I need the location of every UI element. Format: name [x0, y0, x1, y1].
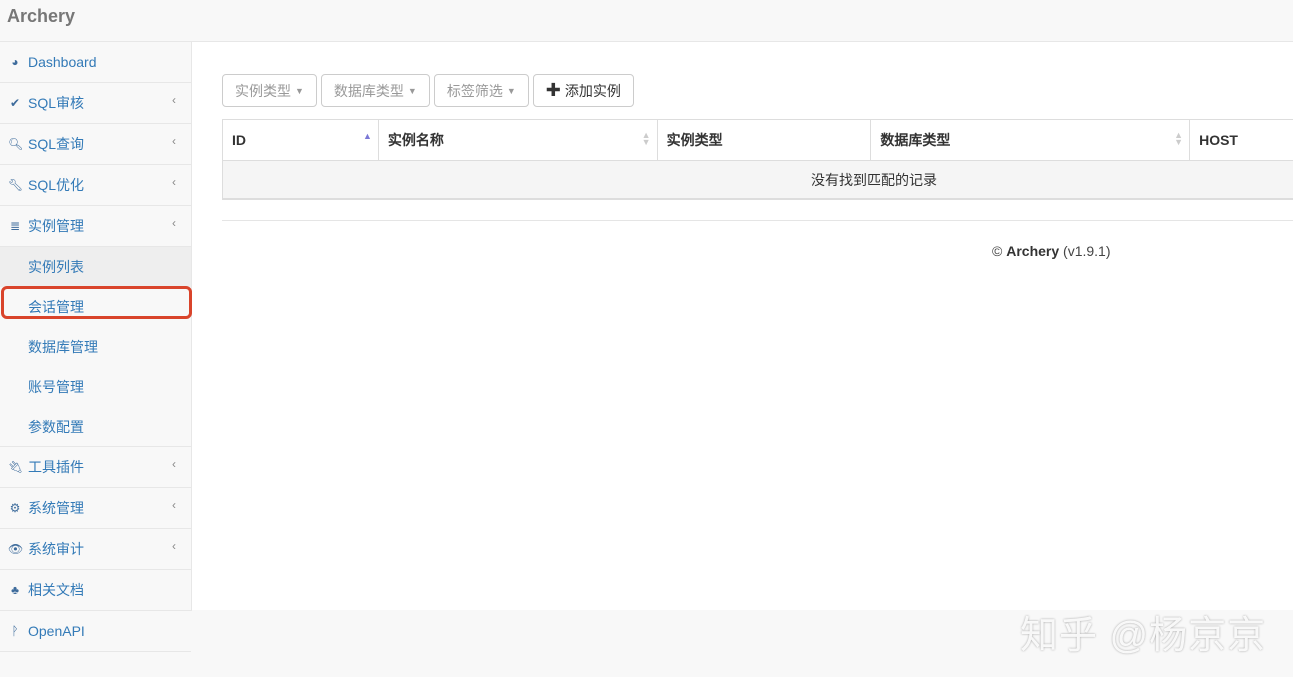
- chevron-left-icon: ‹: [172, 498, 176, 512]
- sidebar-item-label: SQL优化: [28, 177, 85, 193]
- sidebar-subitem[interactable]: 账号管理: [0, 367, 192, 407]
- sitemap-icon: ♣: [11, 583, 19, 597]
- sort-icon: ▲ ▼: [641, 130, 651, 147]
- sidebar-item-label: Dashboard: [28, 54, 97, 70]
- sidebar-item-label: 实例管理: [28, 218, 84, 234]
- code-fork-icon: ᚹ: [11, 624, 19, 638]
- caret-down-icon: ▼: [295, 85, 304, 96]
- plus-icon: ✚: [545, 80, 561, 100]
- add-instance-button[interactable]: ✚ 添加实例: [532, 74, 634, 107]
- sidebar-item-label: 系统管理: [28, 500, 84, 516]
- sidebar-subitem-label: 账号管理: [28, 379, 84, 395]
- caret-down-icon: ▼: [407, 85, 417, 96]
- sidebar-subitem[interactable]: 数据库管理: [0, 327, 192, 367]
- sidebar-subitem-label: 会话管理: [28, 299, 84, 315]
- main-content: 实例类型 ▼ 数据库类型 ▼ 标签筛选 ▼ ✚ 添加实例 ID ▲ 实例名称 ▲ ▼ 实例…: [192, 42, 1293, 610]
- top-navbar: Archery: [0, 0, 1293, 42]
- sidebar-item[interactable]: ✔ SQL审核 ‹: [0, 83, 192, 124]
- caret-down-icon: ▼: [506, 85, 516, 96]
- divider: [222, 220, 1293, 221]
- brand-logo[interactable]: Archery: [7, 6, 75, 27]
- sidebar-subitem-label: 实例列表: [28, 259, 84, 275]
- sidebar-item[interactable]: ◕ Dashboard: [0, 42, 192, 83]
- chevron-left-icon: ‹: [172, 216, 176, 230]
- chevron-left-icon: ‹: [172, 539, 176, 553]
- column-header-label: 实例类型: [666, 132, 723, 148]
- column-header-label: 数据库类型: [880, 132, 951, 148]
- footer: © Archery (v1.9.1): [992, 243, 1111, 259]
- chevron-left-icon: ‹: [172, 457, 176, 471]
- plug-icon: 🔌︎: [8, 460, 24, 474]
- sidebar-item[interactable]: ♣ 相关文档: [0, 570, 192, 611]
- watermark: 知乎 @杨京京: [1020, 615, 1267, 657]
- column-header[interactable]: HOST: [1190, 120, 1293, 160]
- tag-filter-dropdown[interactable]: 标签筛选 ▼: [433, 74, 529, 107]
- sidebar-item-label: OpenAPI: [28, 623, 85, 639]
- chevron-left-icon: ‹: [172, 134, 176, 148]
- sidebar-subitem[interactable]: 实例列表: [0, 247, 192, 319]
- sidebar-item-label: SQL查询: [28, 136, 85, 152]
- check-icon: ✔: [9, 96, 21, 110]
- footer-version: (v1.9.1): [1063, 243, 1111, 259]
- sidebar-item[interactable]: ⚙ 系统管理 ‹: [0, 488, 192, 529]
- dashboard-icon: ◕: [11, 55, 19, 69]
- sidebar-item[interactable]: ᚹ OpenAPI: [0, 611, 191, 652]
- sidebar-item[interactable]: 🔧︎ SQL优化 ‹: [0, 165, 192, 206]
- column-header-label: 实例名称: [387, 132, 444, 148]
- wrench-icon: 🔧︎: [8, 178, 24, 192]
- sidebar-subitem[interactable]: 会话管理: [0, 287, 192, 327]
- sidebar-item-label: 工具插件: [28, 459, 84, 475]
- copyright-symbol: ©: [992, 243, 1003, 259]
- chevron-left-icon: ‹: [172, 93, 176, 107]
- sort-asc-icon: ▲: [362, 131, 372, 141]
- db-type-filter-dropdown[interactable]: 数据库类型 ▼: [320, 74, 430, 107]
- footer-brand[interactable]: Archery: [1006, 243, 1059, 259]
- empty-row: 没有找到匹配的记录: [223, 161, 1293, 200]
- instance-table: ID ▲ 实例名称 ▲ ▼ 实例类型 数据库类型 ▲ ▼ HOST 没有找到匹配的记录: [222, 119, 1293, 200]
- table-header: ID ▲ 实例名称 ▲ ▼ 实例类型 数据库类型 ▲ ▼ HOST: [223, 120, 1293, 161]
- sort-icon: ▲ ▼: [1174, 130, 1184, 147]
- cogs-icon: ⚙: [9, 501, 21, 515]
- instance-type-filter-label: 实例类型: [235, 82, 291, 99]
- sidebar-subitem-label: 参数配置: [28, 418, 84, 435]
- sidebar-item-label: 相关文档: [28, 582, 84, 598]
- db-type-filter-label: 数据库类型: [333, 82, 404, 99]
- column-header-label: HOST: [1199, 132, 1238, 148]
- sidebar-subitem-label: 数据库管理: [28, 339, 98, 355]
- sidebar-item[interactable]: 🔍︎ SQL查询 ‹: [0, 124, 192, 165]
- column-header[interactable]: 实例类型: [658, 120, 872, 160]
- sidebar-subitem[interactable]: 参数配置: [0, 407, 192, 447]
- table-toolbar: 实例类型 ▼ 数据库类型 ▼ 标签筛选 ▼ ✚ 添加实例: [222, 74, 634, 107]
- tag-filter-label: 标签筛选: [446, 82, 503, 99]
- add-instance-label: 添加实例: [564, 82, 621, 99]
- search-icon: 🔍︎: [8, 137, 24, 151]
- column-header[interactable]: ID ▲: [223, 120, 379, 160]
- database-icon: ≣: [9, 219, 21, 233]
- sidebar-item[interactable]: ≣ 实例管理 ‹: [0, 206, 192, 247]
- empty-message: 没有找到匹配的记录: [811, 171, 937, 188]
- column-header[interactable]: 实例名称 ▲ ▼: [379, 120, 658, 160]
- column-header[interactable]: 数据库类型 ▲ ▼: [871, 120, 1191, 160]
- chevron-left-icon: ‹: [172, 175, 176, 189]
- sidebar-item-label: 系统审计: [28, 541, 84, 557]
- column-header-label: ID: [232, 132, 246, 148]
- sidebar: ◕ Dashboard ✔ SQL审核 ‹ 🔍︎ SQL查询 ‹ 🔧︎ SQL优化 ‹ ≣ 实…: [0, 42, 192, 652]
- sidebar-item[interactable]: 👁︎ 系统审计 ‹: [0, 529, 192, 570]
- eye-icon: 👁︎: [8, 542, 24, 556]
- sidebar-item[interactable]: 🔌︎ 工具插件 ‹: [0, 447, 192, 488]
- instance-type-filter-dropdown[interactable]: 实例类型 ▼: [222, 74, 317, 107]
- sidebar-item-label: SQL审核: [28, 95, 85, 111]
